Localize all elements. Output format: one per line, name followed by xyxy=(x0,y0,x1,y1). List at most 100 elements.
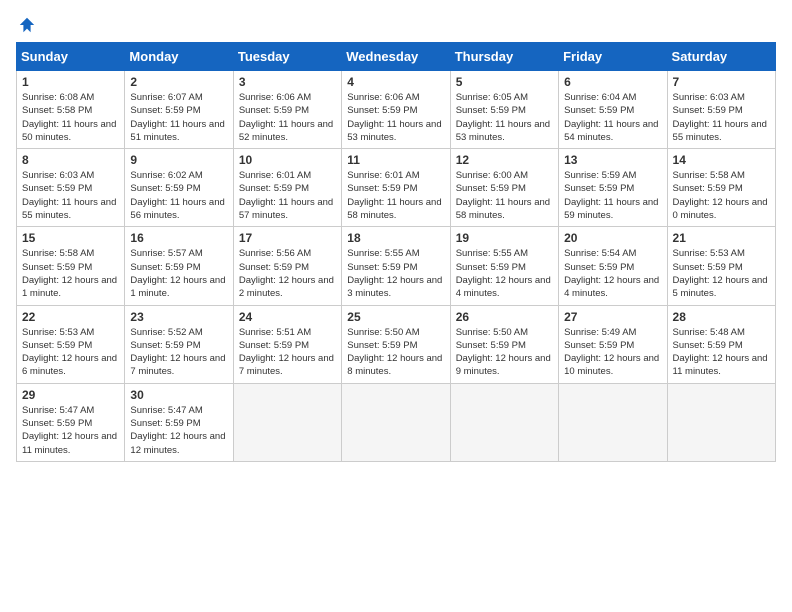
week-row-5: 29 Sunrise: 5:47 AMSunset: 5:59 PMDayligh… xyxy=(17,383,776,461)
day-info: Sunrise: 6:05 AMSunset: 5:59 PMDaylight:… xyxy=(456,91,553,144)
day-header-tuesday: Tuesday xyxy=(233,43,341,71)
day-info: Sunrise: 6:02 AMSunset: 5:59 PMDaylight:… xyxy=(130,169,227,222)
day-number: 25 xyxy=(347,310,444,324)
day-info: Sunrise: 5:55 AMSunset: 5:59 PMDaylight:… xyxy=(456,247,553,300)
calendar-cell: 8 Sunrise: 6:03 AMSunset: 5:59 PMDaylight… xyxy=(17,149,125,227)
calendar-cell: 30 Sunrise: 5:47 AMSunset: 5:59 PMDayligh… xyxy=(125,383,233,461)
day-info: Sunrise: 5:54 AMSunset: 5:59 PMDaylight:… xyxy=(564,247,661,300)
day-header-wednesday: Wednesday xyxy=(342,43,450,71)
calendar-cell: 27Sunrise: 5:49 AMSunset: 5:59 PMDayligh… xyxy=(559,305,667,383)
day-info: Sunrise: 6:04 AMSunset: 5:59 PMDaylight:… xyxy=(564,91,661,144)
calendar-cell: 13 Sunrise: 5:59 AMSunset: 5:59 PMDayligh… xyxy=(559,149,667,227)
day-header-sunday: Sunday xyxy=(17,43,125,71)
day-number: 3 xyxy=(239,75,336,89)
day-info: Sunrise: 6:01 AMSunset: 5:59 PMDaylight:… xyxy=(239,169,336,222)
day-number: 27 xyxy=(564,310,661,324)
page-header xyxy=(16,16,776,34)
day-number: 2 xyxy=(130,75,227,89)
day-info: Sunrise: 6:03 AMSunset: 5:59 PMDaylight:… xyxy=(22,169,119,222)
day-number: 10 xyxy=(239,153,336,167)
day-number: 1 xyxy=(22,75,119,89)
day-number: 21 xyxy=(673,231,770,245)
day-number: 29 xyxy=(22,388,119,402)
calendar-cell: 14 Sunrise: 5:58 AMSunset: 5:59 PMDayligh… xyxy=(667,149,775,227)
day-info: Sunrise: 5:58 AMSunset: 5:59 PMDaylight:… xyxy=(673,169,770,222)
calendar-table: SundayMondayTuesdayWednesdayThursdayFrid… xyxy=(16,42,776,462)
day-info: Sunrise: 6:08 AMSunset: 5:58 PMDaylight:… xyxy=(22,91,119,144)
day-number: 9 xyxy=(130,153,227,167)
day-number: 16 xyxy=(130,231,227,245)
day-number: 24 xyxy=(239,310,336,324)
day-header-monday: Monday xyxy=(125,43,233,71)
day-header-friday: Friday xyxy=(559,43,667,71)
calendar-cell: 3Sunrise: 6:06 AMSunset: 5:59 PMDaylight… xyxy=(233,71,341,149)
calendar-cell: 5 Sunrise: 6:05 AMSunset: 5:59 PMDaylight… xyxy=(450,71,558,149)
day-info: Sunrise: 6:01 AMSunset: 5:59 PMDaylight:… xyxy=(347,169,444,222)
day-info: Sunrise: 5:55 AMSunset: 5:59 PMDaylight:… xyxy=(347,247,444,300)
week-row-4: 22 Sunrise: 5:53 AMSunset: 5:59 PMDayligh… xyxy=(17,305,776,383)
day-number: 23 xyxy=(130,310,227,324)
day-info: Sunrise: 5:50 AMSunset: 5:59 PMDaylight:… xyxy=(456,326,553,379)
day-header-saturday: Saturday xyxy=(667,43,775,71)
day-number: 12 xyxy=(456,153,553,167)
day-number: 13 xyxy=(564,153,661,167)
calendar-cell: 16 Sunrise: 5:57 AMSunset: 5:59 PMDayligh… xyxy=(125,227,233,305)
calendar-cell xyxy=(342,383,450,461)
day-info: Sunrise: 6:07 AMSunset: 5:59 PMDaylight:… xyxy=(130,91,227,144)
day-number: 14 xyxy=(673,153,770,167)
calendar-cell: 9 Sunrise: 6:02 AMSunset: 5:59 PMDaylight… xyxy=(125,149,233,227)
calendar-cell: 28 Sunrise: 5:48 AMSunset: 5:59 PMDayligh… xyxy=(667,305,775,383)
day-number: 7 xyxy=(673,75,770,89)
calendar-cell: 19 Sunrise: 5:55 AMSunset: 5:59 PMDayligh… xyxy=(450,227,558,305)
day-number: 30 xyxy=(130,388,227,402)
calendar-cell: 6 Sunrise: 6:04 AMSunset: 5:59 PMDaylight… xyxy=(559,71,667,149)
day-info: Sunrise: 5:51 AMSunset: 5:59 PMDaylight:… xyxy=(239,326,336,379)
week-row-3: 15 Sunrise: 5:58 AMSunset: 5:59 PMDayligh… xyxy=(17,227,776,305)
calendar-cell xyxy=(559,383,667,461)
day-number: 26 xyxy=(456,310,553,324)
calendar-cell: 29 Sunrise: 5:47 AMSunset: 5:59 PMDayligh… xyxy=(17,383,125,461)
day-header-thursday: Thursday xyxy=(450,43,558,71)
calendar-cell: 17 Sunrise: 5:56 AMSunset: 5:59 PMDayligh… xyxy=(233,227,341,305)
day-number: 6 xyxy=(564,75,661,89)
day-number: 4 xyxy=(347,75,444,89)
day-number: 19 xyxy=(456,231,553,245)
calendar-cell: 12 Sunrise: 6:00 AMSunset: 5:59 PMDayligh… xyxy=(450,149,558,227)
calendar-cell: 26 Sunrise: 5:50 AMSunset: 5:59 PMDayligh… xyxy=(450,305,558,383)
calendar-cell: 2 Sunrise: 6:07 AMSunset: 5:59 PMDaylight… xyxy=(125,71,233,149)
calendar-cell: 25 Sunrise: 5:50 AMSunset: 5:59 PMDayligh… xyxy=(342,305,450,383)
calendar-cell: 23 Sunrise: 5:52 AMSunset: 5:59 PMDayligh… xyxy=(125,305,233,383)
day-number: 15 xyxy=(22,231,119,245)
day-info: Sunrise: 5:47 AMSunset: 5:59 PMDaylight:… xyxy=(22,404,119,457)
day-info: Sunrise: 6:00 AMSunset: 5:59 PMDaylight:… xyxy=(456,169,553,222)
day-number: 18 xyxy=(347,231,444,245)
day-number: 5 xyxy=(456,75,553,89)
day-number: 11 xyxy=(347,153,444,167)
day-info: Sunrise: 5:53 AMSunset: 5:59 PMDaylight:… xyxy=(22,326,119,379)
day-info: Sunrise: 6:06 AMSunset: 5:59 PMDaylight:… xyxy=(347,91,444,144)
calendar-cell xyxy=(450,383,558,461)
day-info: Sunrise: 5:57 AMSunset: 5:59 PMDaylight:… xyxy=(130,247,227,300)
day-info: Sunrise: 6:03 AMSunset: 5:59 PMDaylight:… xyxy=(673,91,770,144)
day-info: Sunrise: 5:59 AMSunset: 5:59 PMDaylight:… xyxy=(564,169,661,222)
day-number: 20 xyxy=(564,231,661,245)
calendar-cell: 10 Sunrise: 6:01 AMSunset: 5:59 PMDayligh… xyxy=(233,149,341,227)
day-info: Sunrise: 5:53 AMSunset: 5:59 PMDaylight:… xyxy=(673,247,770,300)
calendar-cell: 15 Sunrise: 5:58 AMSunset: 5:59 PMDayligh… xyxy=(17,227,125,305)
logo-icon xyxy=(18,16,36,34)
calendar-cell xyxy=(233,383,341,461)
day-info: Sunrise: 5:52 AMSunset: 5:59 PMDaylight:… xyxy=(130,326,227,379)
day-info: Sunrise: 5:58 AMSunset: 5:59 PMDaylight:… xyxy=(22,247,119,300)
day-info: Sunrise: 5:47 AMSunset: 5:59 PMDaylight:… xyxy=(130,404,227,457)
day-info: Sunrise: 5:48 AMSunset: 5:59 PMDaylight:… xyxy=(673,326,770,379)
day-number: 22 xyxy=(22,310,119,324)
calendar-cell: 20 Sunrise: 5:54 AMSunset: 5:59 PMDayligh… xyxy=(559,227,667,305)
day-number: 28 xyxy=(673,310,770,324)
day-number: 8 xyxy=(22,153,119,167)
calendar-cell xyxy=(667,383,775,461)
calendar-cell: 21 Sunrise: 5:53 AMSunset: 5:59 PMDayligh… xyxy=(667,227,775,305)
calendar-cell: 1 Sunrise: 6:08 AMSunset: 5:58 PMDaylight… xyxy=(17,71,125,149)
day-info: Sunrise: 5:56 AMSunset: 5:59 PMDaylight:… xyxy=(239,247,336,300)
day-number: 17 xyxy=(239,231,336,245)
day-info: Sunrise: 5:50 AMSunset: 5:59 PMDaylight:… xyxy=(347,326,444,379)
